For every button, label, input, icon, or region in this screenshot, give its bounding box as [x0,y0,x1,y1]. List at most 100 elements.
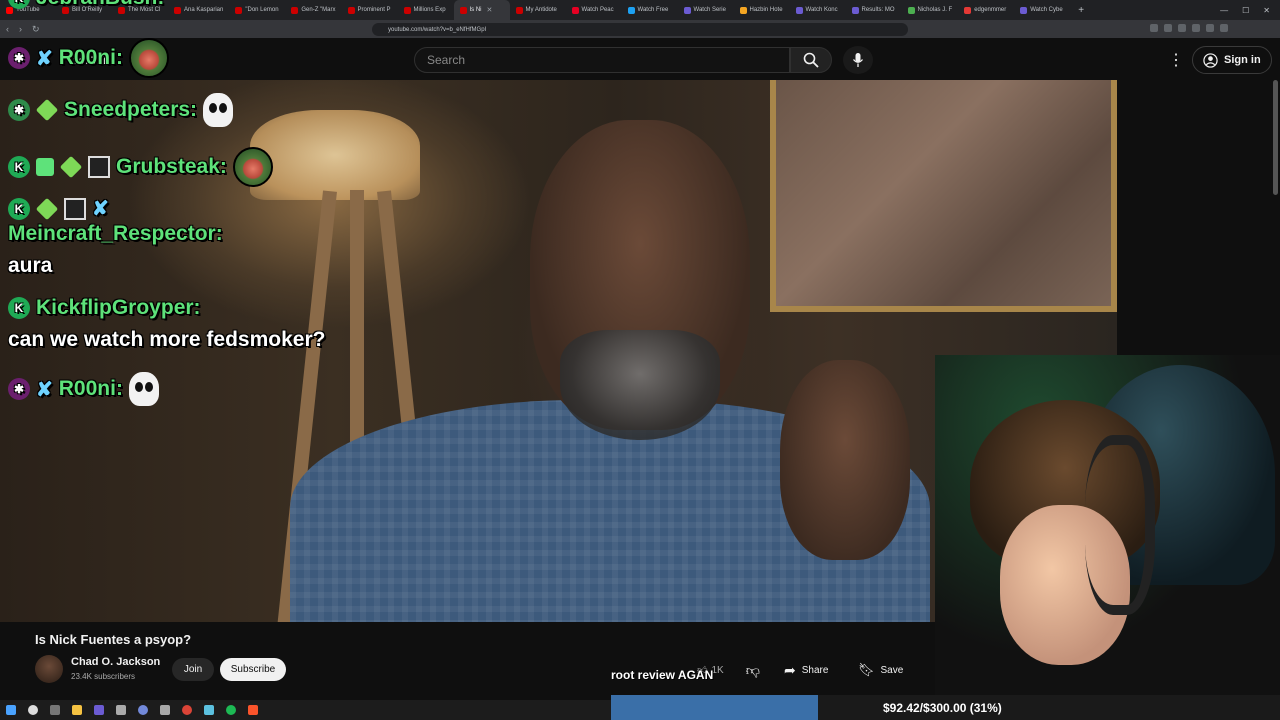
extension-icon[interactable] [1220,24,1228,32]
channel-subscriber-count: 23.4K subscribers [71,672,136,681]
tab-label: Nicholas J. F [917,7,953,13]
app-icon[interactable] [160,705,170,715]
search-taskbar-icon[interactable] [28,705,38,715]
spotify-icon[interactable] [226,705,236,715]
share-label: Share [801,664,829,676]
chat-username: Meincraft_Respector: [8,222,223,245]
tab-favicon-icon [571,6,579,14]
channel-avatar[interactable] [35,655,63,683]
browser-tab[interactable]: Is Ni ✕ [453,0,510,20]
brave-icon[interactable] [248,705,258,715]
app-icon[interactable] [116,705,126,715]
share-button[interactable]: ➦ Share [778,658,844,682]
chat-line: ✱ ✘ R00ni: [8,372,159,406]
chat-line: Meincraft_Respector: [8,222,223,246]
browser-tab[interactable]: Watch Peac [566,0,622,20]
tab-label: Watch Cybe [1030,7,1063,13]
browser-tab[interactable]: Results: MO [846,0,902,20]
chat-line: ✱ ✘ R00ni: [8,38,169,78]
browser-tab[interactable]: Watch Serie [678,0,734,20]
prime-badge-icon: ✱ [8,47,30,69]
browser-tab[interactable]: edgenmmer [958,0,1014,20]
thumbs-down-icon: 👎︎ [745,661,760,678]
new-tab-button[interactable]: + [1070,5,1092,16]
video-title: Is Nick Fuentes a psyop? [35,632,192,647]
chat-username: Sneedpeters: [64,98,198,121]
badge-icon: K [8,0,30,9]
prime-badge-icon: ✱ [8,378,30,400]
broken-image-icon [88,156,110,178]
chat-username: Grubsteak: [116,155,227,178]
account-icon [1203,52,1218,68]
app-icon[interactable] [204,705,214,715]
tab-label: Hazbin Hote [749,7,783,13]
more-options-icon[interactable]: ⋮ [1168,50,1184,70]
search-placeholder: Search [427,53,466,67]
address-bar[interactable]: youtube.com/watch?v=b_eNfHfMGpI [372,23,908,36]
broken-image-icon [64,197,86,220]
kick-badge-icon: K [8,297,30,319]
app-icon[interactable] [94,705,104,715]
browser-tab[interactable]: Watch Free [622,0,678,20]
tab-favicon-icon [851,6,859,14]
share-icon: ➦ [784,661,796,678]
discord-icon[interactable] [138,705,148,715]
save-button[interactable]: 🔖︎ Save [852,658,912,682]
channel-name[interactable]: Chad O. Jackson [71,656,160,668]
subscribe-label: Subscribe [230,664,276,675]
extension-icon[interactable] [1192,24,1200,32]
sword-badge-icon: ✘ [36,47,53,70]
browser-tab[interactable]: Hazbin Hote [734,0,790,20]
task-view-icon[interactable] [50,705,60,715]
tab-label: Results: MO [861,7,895,13]
speaker-beard [560,330,720,440]
start-icon[interactable] [6,705,16,715]
donation-goal-bar: $92.42/$300.00 (31%) [611,695,1280,720]
kick-badge-icon: K [8,197,30,220]
chat-line: K Grubsteak: [8,147,273,187]
search-button[interactable] [790,47,832,73]
tab-close-icon[interactable]: ✕ [487,6,493,14]
chat-message: aura [8,254,53,277]
browser-tab[interactable]: Nicholas J. F [902,0,959,20]
chat-line: aura [8,254,52,278]
stream-chat-overlay: K JebranBush: ✱ ✘ R00ni: ✱ Sneedpeters: … [0,0,420,420]
browser-tab[interactable]: My Antidote [510,0,566,20]
sword-badge-icon: ✘ [92,198,109,220]
chat-username: R00ni: [58,46,123,69]
chat-line: K ✘ [8,196,109,221]
sign-in-button[interactable]: Sign in [1192,46,1272,74]
maximize-icon[interactable]: ☐ [1242,6,1249,15]
voice-search-button[interactable] [843,46,873,74]
tab-favicon-icon [907,6,915,14]
extension-icon[interactable] [1178,24,1186,32]
browser-tab[interactable]: Watch Cybe [1014,0,1070,20]
like-count: 1K [711,664,724,676]
chat-username: R00ni: [58,377,123,400]
chat-line: K KickflipGroyper: [8,296,201,320]
subscribe-button[interactable]: Subscribe [220,658,286,681]
extension-icon[interactable] [1150,24,1158,32]
streamer-webcam [935,355,1280,695]
chat-line-partial: K JebranBush: [8,0,164,10]
search-input[interactable]: Search [414,47,790,73]
chat-message: can we watch more fedsmoker? [8,328,326,351]
screen: YouTube Bill O'Reilly The Most Cl Ana Kaspa… [0,0,1280,720]
search-icon [803,52,819,68]
minimize-icon[interactable]: — [1220,6,1228,15]
chrome-icon[interactable] [182,705,192,715]
gift-badge-icon [36,158,54,176]
badge-icon: ✱ [8,99,30,121]
close-window-icon[interactable]: ✕ [1263,6,1270,15]
chat-line: can we watch more fedsmoker? [8,328,325,352]
file-explorer-icon[interactable] [72,705,82,715]
join-label: Join [183,664,203,675]
browser-tab[interactable]: Watch Konc [790,0,846,20]
extension-icon[interactable] [1206,24,1214,32]
join-button[interactable]: Join [172,658,214,681]
dislike-button[interactable]: 👎︎ [746,662,760,679]
page-scrollbar[interactable] [1273,80,1278,195]
chat-line: ✱ Sneedpeters: [8,93,234,127]
extension-icon[interactable] [1164,24,1172,32]
sign-in-label: Sign in [1224,54,1261,66]
